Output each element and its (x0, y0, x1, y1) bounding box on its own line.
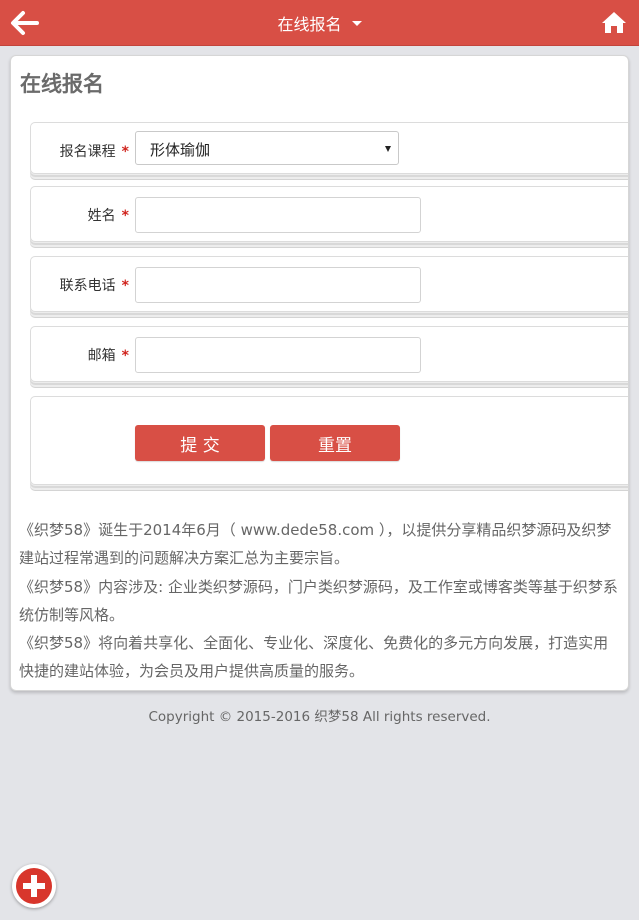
page-title: 在线报名 (277, 15, 342, 34)
phone-label-wrap: 联系电话 * (31, 275, 129, 295)
name-label: 姓名 (87, 208, 116, 224)
description-paragraph: 《织梦58》诞生于2014年6月（ www.dede58.com ），以提供分享… (19, 521, 612, 568)
top-bar: 在线报名 (0, 0, 639, 46)
reset-button[interactable]: 重置 (270, 425, 400, 461)
email-label-wrap: 邮箱 * (31, 345, 129, 365)
copyright-text: Copyright © 2015-2016 织梦58 All rights re… (148, 709, 491, 725)
form-heading: 在线报名 (20, 73, 104, 96)
actions-row: 提 交 重置 (30, 396, 628, 485)
home-button[interactable] (601, 10, 627, 36)
required-mark: * (121, 278, 129, 294)
add-fab-button[interactable] (12, 864, 56, 908)
description-paragraph: 《织梦58》将向着共享化、全面化、专业化、深度化、免费化的多元方向发展，打造实用… (19, 634, 609, 681)
email-row: 邮箱 * (30, 326, 628, 382)
course-select-value: 形体瑜伽 (150, 141, 211, 159)
chevron-down-icon (385, 146, 391, 152)
signup-card: 在线报名 报名课程 * 形体瑜伽 姓名 * 联系电话 * 邮箱 * 提 交 重置 (10, 55, 629, 691)
required-mark: * (121, 208, 129, 224)
phone-row: 联系电话 * (30, 256, 628, 312)
required-mark: * (121, 348, 129, 364)
description-paragraph: 《织梦58》内容涉及: 企业类织梦源码，门户类织梦源码，及工作室或博客类等基于织… (19, 577, 618, 624)
name-label-wrap: 姓名 * (31, 205, 129, 225)
course-label: 报名课程 (59, 144, 116, 160)
course-label-wrap: 报名课程 * (31, 141, 129, 161)
email-label: 邮箱 (87, 348, 116, 364)
caret-down-icon (351, 20, 362, 26)
name-row: 姓名 * (30, 186, 628, 242)
course-row: 报名课程 * 形体瑜伽 (30, 122, 628, 174)
phone-label: 联系电话 (59, 278, 116, 294)
submit-button[interactable]: 提 交 (135, 425, 265, 461)
site-description: 《织梦58》诞生于2014年6月（ www.dede58.com ），以提供分享… (19, 516, 623, 686)
page-title-dropdown[interactable]: 在线报名 (0, 0, 639, 46)
plus-icon (23, 875, 45, 897)
fab-circle (16, 868, 52, 904)
phone-input[interactable] (135, 267, 421, 303)
course-select[interactable]: 形体瑜伽 (135, 131, 399, 165)
name-input[interactable] (135, 197, 421, 233)
home-icon (602, 12, 626, 33)
email-input[interactable] (135, 337, 421, 373)
required-mark: * (121, 144, 129, 160)
